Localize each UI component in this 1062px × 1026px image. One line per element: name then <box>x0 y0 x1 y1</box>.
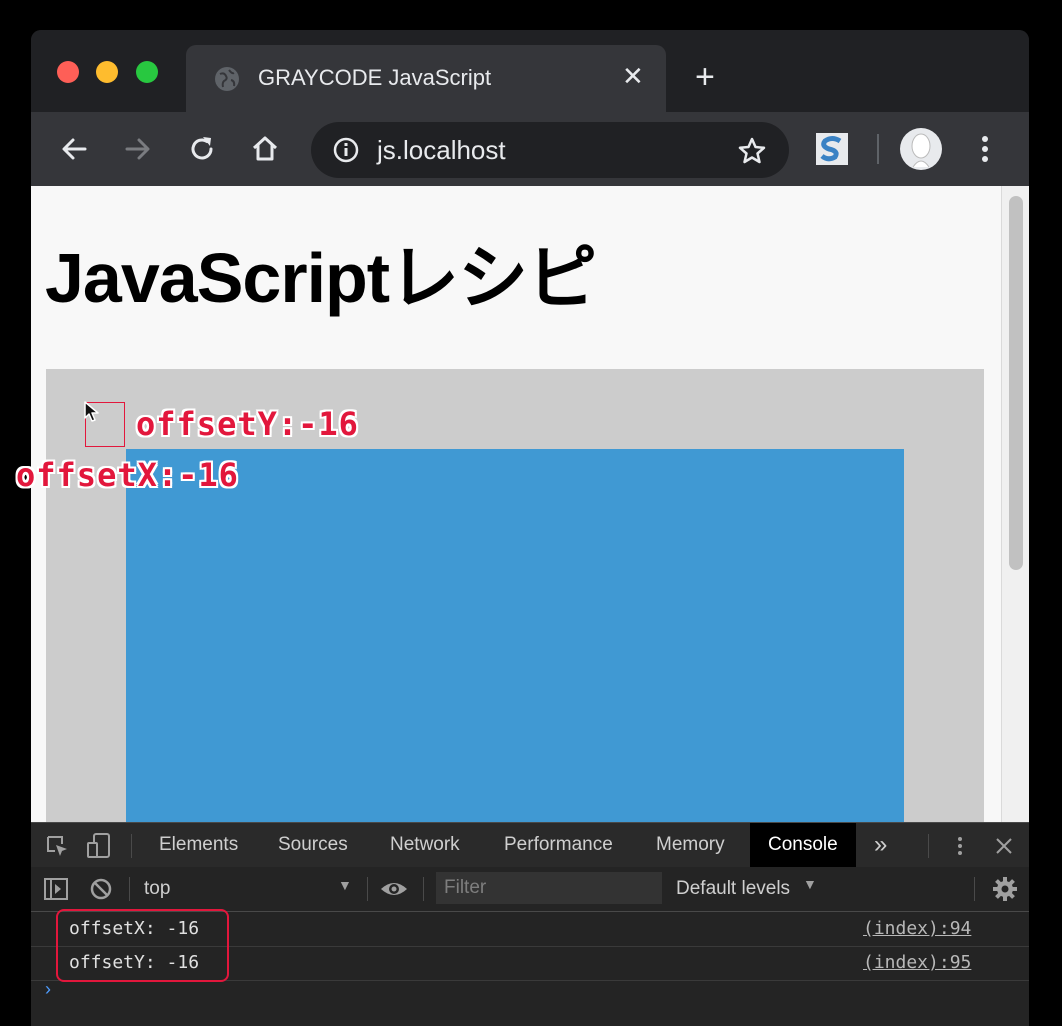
bookmark-star-icon[interactable] <box>737 136 767 166</box>
tab-separator <box>131 834 132 858</box>
tab-separator <box>928 834 929 858</box>
profile-avatar-icon[interactable] <box>899 127 943 171</box>
log-highlight-box <box>56 909 229 982</box>
minimize-window-button[interactable] <box>96 61 118 83</box>
clear-console-icon[interactable] <box>89 877 113 901</box>
context-selector[interactable]: top <box>144 875 170 903</box>
tab-title: GRAYCODE JavaScript <box>258 65 492 90</box>
forward-icon[interactable] <box>121 132 155 166</box>
log-source-link[interactable]: (index):94 <box>863 918 971 940</box>
new-tab-icon[interactable]: + <box>695 60 715 94</box>
menu-kebab-icon[interactable] <box>975 132 995 166</box>
filter-separator <box>974 877 975 901</box>
address-bar[interactable]: js.localhost <box>311 122 789 178</box>
close-window-button[interactable] <box>57 61 79 83</box>
mouse-cursor-icon <box>84 401 99 422</box>
page-scrollbar[interactable] <box>1001 186 1029 822</box>
title-bar: GRAYCODE JavaScript ✕ + <box>31 30 1029 112</box>
home-icon[interactable] <box>248 132 282 166</box>
toolbar-divider <box>877 134 879 164</box>
filter-placeholder: Filter <box>444 877 487 898</box>
page-heading: JavaScriptレシピ <box>45 239 597 317</box>
context-dropdown-icon[interactable]: ▼ <box>338 877 352 893</box>
browser-toolbar: js.localhost <box>31 112 1029 186</box>
tab-close-icon[interactable]: ✕ <box>622 61 644 91</box>
inspect-element-icon[interactable] <box>45 834 69 858</box>
url-text[interactable]: js.localhost <box>377 133 506 167</box>
log-levels-dropdown[interactable]: Default levels <box>676 875 790 903</box>
offset-x-annotation: offsetX:-16 <box>16 456 239 494</box>
log-source-link[interactable]: (index):95 <box>863 952 971 974</box>
tab-console[interactable]: Console <box>750 823 856 867</box>
extension-s-icon[interactable] <box>815 132 849 166</box>
live-expression-eye-icon[interactable] <box>379 879 409 899</box>
tab-elements[interactable]: Elements <box>159 823 238 867</box>
browser-window: GRAYCODE JavaScript ✕ + js.localhost Jav… <box>31 30 1029 1026</box>
tab-sources[interactable]: Sources <box>278 823 348 867</box>
filter-separator <box>129 877 130 901</box>
console-settings-gear-icon[interactable] <box>992 876 1018 902</box>
devtools-tabbar: Elements Sources Network Performance Mem… <box>31 823 1029 868</box>
tab-memory[interactable]: Memory <box>656 823 725 867</box>
info-icon[interactable] <box>333 137 359 163</box>
show-sidebar-icon[interactable] <box>43 877 69 901</box>
page-content: JavaScriptレシピ <box>31 186 1001 822</box>
console-prompt-icon[interactable]: › <box>45 979 51 1000</box>
more-tabs-icon[interactable]: » <box>874 823 887 867</box>
devtools-menu-icon[interactable] <box>953 835 967 857</box>
console-filter-input[interactable]: Filter <box>436 872 662 904</box>
browser-tab[interactable]: GRAYCODE JavaScript ✕ <box>186 45 666 112</box>
reload-icon[interactable] <box>185 132 219 166</box>
devtools-close-icon[interactable] <box>994 836 1014 856</box>
filter-separator <box>367 877 368 901</box>
globe-icon <box>215 67 239 91</box>
console-filter-bar: top ▼ Filter Default levels ▼ <box>31 867 1029 912</box>
inner-box[interactable] <box>126 449 904 822</box>
scrollbar-thumb[interactable] <box>1009 196 1023 570</box>
offset-y-annotation: offsetY:-16 <box>136 405 359 443</box>
zoom-window-button[interactable] <box>136 61 158 83</box>
levels-dropdown-icon[interactable]: ▼ <box>803 876 817 892</box>
filter-separator <box>423 877 424 901</box>
tab-network[interactable]: Network <box>390 823 460 867</box>
back-icon[interactable] <box>57 132 91 166</box>
device-toolbar-icon[interactable] <box>86 832 112 860</box>
tab-performance[interactable]: Performance <box>504 823 613 867</box>
